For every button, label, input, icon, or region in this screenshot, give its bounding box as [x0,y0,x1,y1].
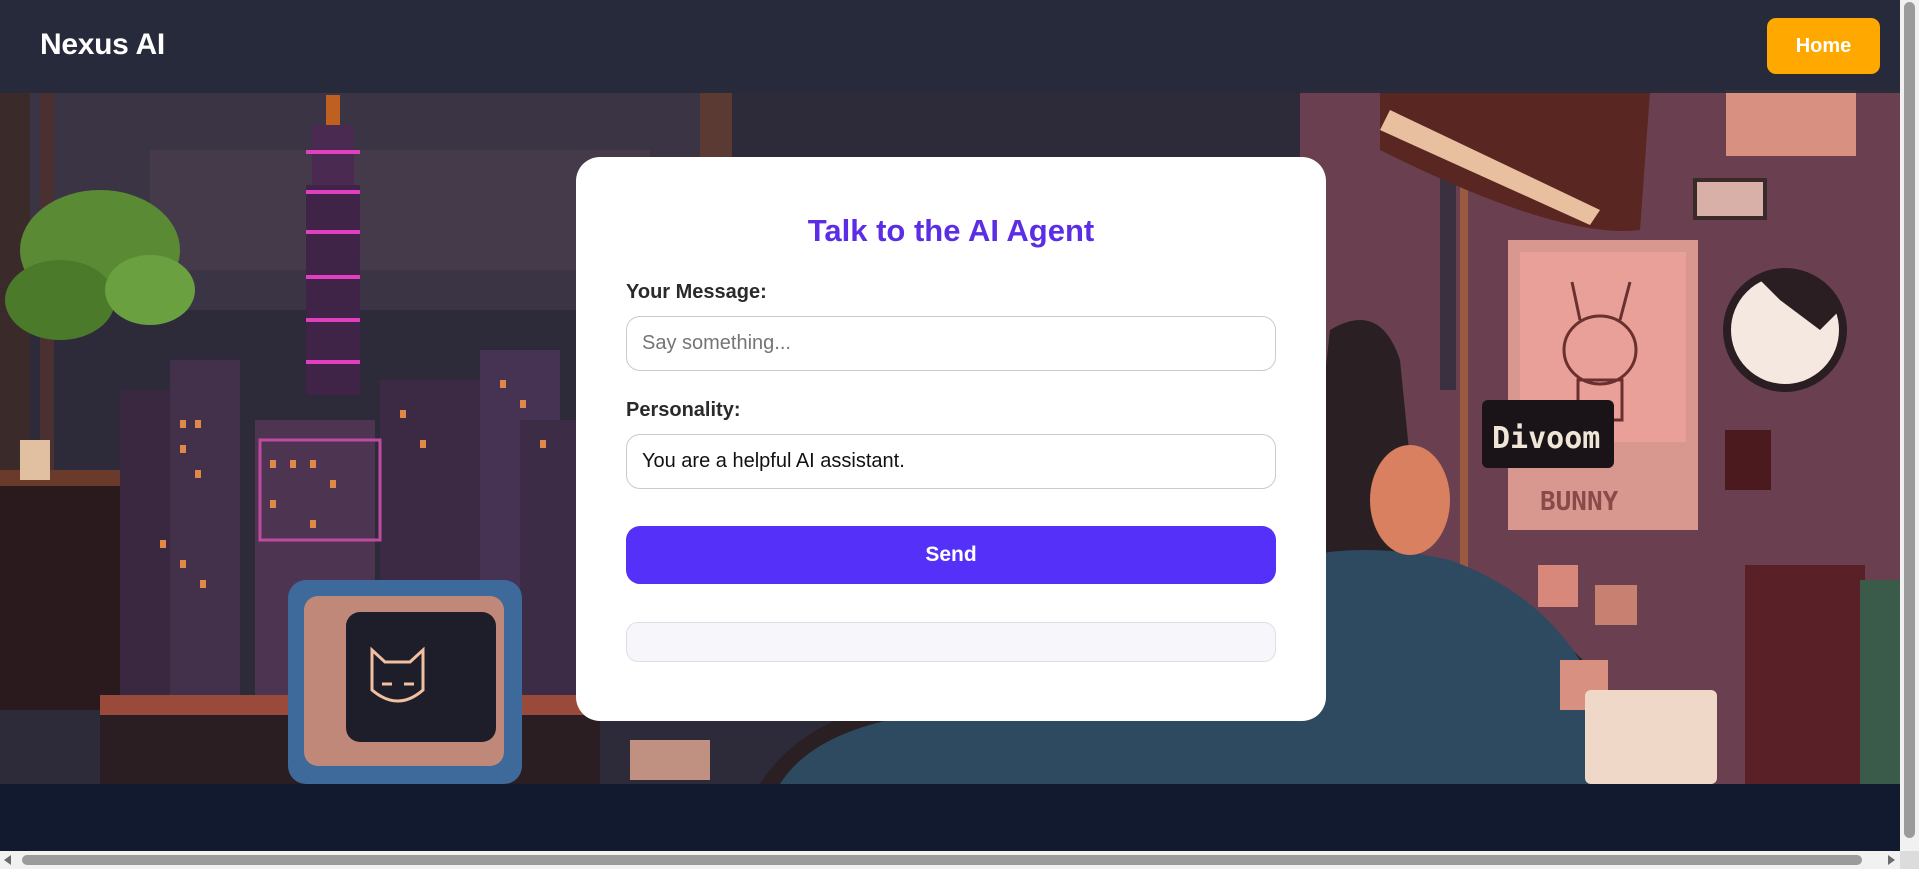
scroll-right-arrow-icon[interactable] [1888,855,1895,865]
scrollbar-corner [1900,851,1919,869]
svg-text:Divoom: Divoom [1492,421,1600,456]
home-button[interactable]: Home [1767,18,1880,74]
send-button[interactable]: Send [626,526,1276,584]
vertical-scrollbar[interactable] [1900,0,1919,851]
footer-bar [0,784,1900,851]
response-output [626,622,1276,662]
message-label: Your Message: [626,281,767,303]
horizontal-scrollbar-thumb[interactable] [22,855,1862,865]
top-nav-bar: Nexus AI Home [0,0,1900,93]
chat-card: Talk to the AI Agent Your Message: Perso… [576,157,1326,721]
scroll-left-arrow-icon[interactable] [4,855,11,865]
svg-text:BUNNY: BUNNY [1540,487,1619,517]
personality-input[interactable] [626,434,1276,489]
page-title: Talk to the AI Agent [807,213,1095,248]
vertical-scrollbar-thumb[interactable] [1904,2,1915,838]
brand-logo[interactable]: Nexus AI [40,28,165,62]
personality-label: Personality: [626,399,741,421]
message-input[interactable] [626,316,1276,371]
horizontal-scrollbar[interactable] [0,851,1900,869]
